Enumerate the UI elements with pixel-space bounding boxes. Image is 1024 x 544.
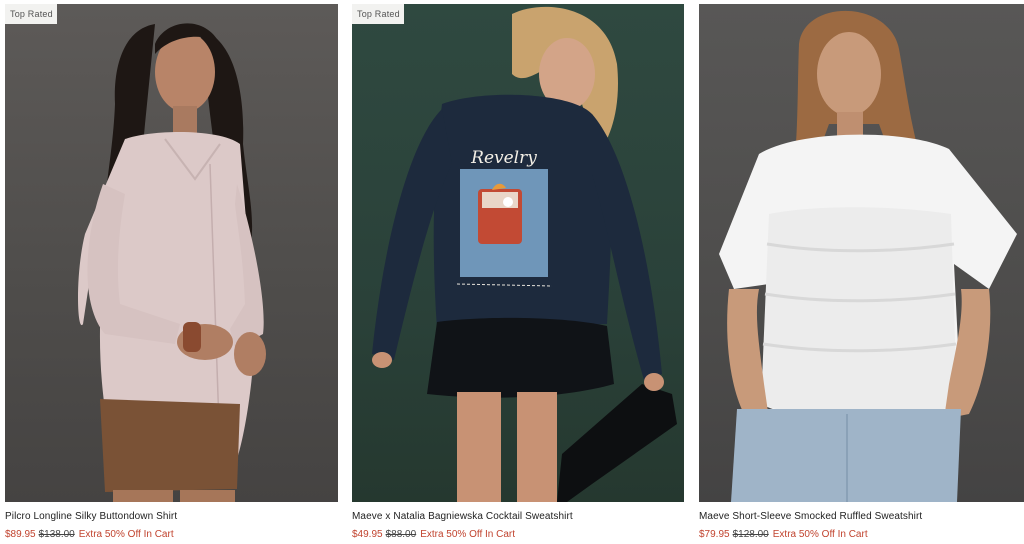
original-price: $128.00 <box>732 529 769 540</box>
promo-text: Extra 50% Off In Cart <box>78 529 174 540</box>
product-card[interactable]: Maeve Short-Sleeve Smocked Ruffled Sweat… <box>699 4 1024 541</box>
product-name[interactable]: Pilcro Longline Silky Buttondown Shirt <box>5 511 338 523</box>
product-name[interactable]: Maeve x Natalia Bagniewska Cocktail Swea… <box>352 511 684 523</box>
svg-text:Revelry: Revelry <box>470 148 537 168</box>
product-name[interactable]: Maeve Short-Sleeve Smocked Ruffled Sweat… <box>699 511 1024 523</box>
price-row: $79.95 $128.00 Extra 50% Off In Cart <box>699 529 1024 541</box>
product-image[interactable] <box>699 4 1024 502</box>
original-price: $138.00 <box>38 529 75 540</box>
sale-price: $49.95 <box>352 529 383 540</box>
promo-text: Extra 50% Off In Cart <box>420 529 516 540</box>
promo-text: Extra 50% Off In Cart <box>772 529 868 540</box>
price-row: $49.95 $88.00 Extra 50% Off In Cart <box>352 529 684 541</box>
product-image[interactable]: Top Rated <box>5 4 338 502</box>
top-rated-badge: Top Rated <box>352 4 404 24</box>
product-grid: Top Rated Pilcro Longline Silky Buttondo… <box>0 0 1024 544</box>
product-image[interactable]: Revelry Top Rated <box>352 4 684 502</box>
sale-price: $79.95 <box>699 529 730 540</box>
price-row: $89.95 $138.00 Extra 50% Off In Cart <box>5 529 338 541</box>
original-price: $88.00 <box>385 529 417 540</box>
product-card[interactable]: Top Rated Pilcro Longline Silky Buttondo… <box>5 4 338 541</box>
top-rated-badge: Top Rated <box>5 4 57 24</box>
product-card[interactable]: Revelry Top Rated Maeve x Natalia Bagnie… <box>352 4 684 541</box>
model-photo: Revelry <box>372 6 677 502</box>
model-photo <box>78 23 266 502</box>
sale-price: $89.95 <box>5 529 36 540</box>
model-photo <box>719 10 1017 502</box>
